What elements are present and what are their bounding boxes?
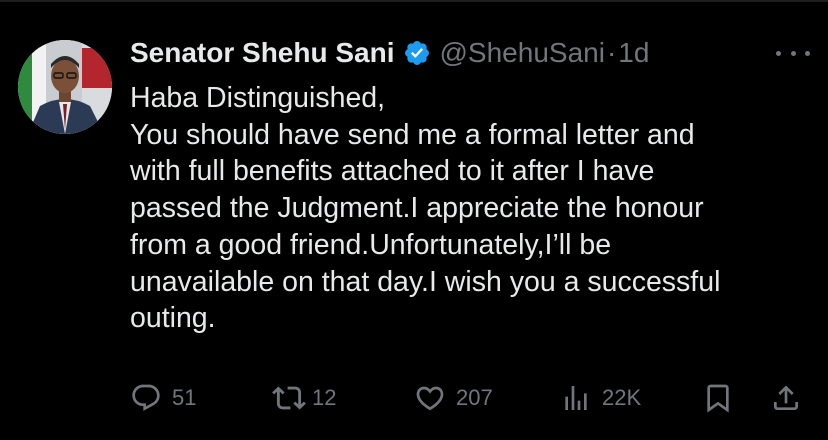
tweet-text-line: unavailable on that day.I wish you a suc… bbox=[130, 265, 721, 298]
tweet-text-line: outing. bbox=[130, 302, 216, 335]
author-display-name[interactable]: Senator Shehu Sani bbox=[130, 37, 395, 69]
reply-icon bbox=[130, 382, 162, 414]
tweet[interactable]: Senator Shehu Sani @ShehuSani · 1d Haba … bbox=[0, 0, 828, 440]
like-button[interactable]: 207 bbox=[414, 380, 493, 416]
reply-button[interactable]: 51 bbox=[130, 380, 196, 416]
verified-badge-icon[interactable] bbox=[403, 39, 431, 67]
share-button[interactable] bbox=[770, 380, 802, 416]
heart-icon bbox=[414, 382, 446, 414]
tweet-header: Senator Shehu Sani @ShehuSani · 1d bbox=[130, 33, 649, 73]
avatar-image bbox=[18, 40, 112, 134]
tweet-actions: 51 12 207 22K bbox=[128, 380, 818, 416]
post-time[interactable]: 1d bbox=[618, 37, 649, 69]
tweet-text-line: passed the Judgment.I appreciate the hon… bbox=[130, 192, 704, 225]
retweet-button[interactable]: 12 bbox=[272, 380, 336, 416]
bookmark-button[interactable] bbox=[702, 380, 734, 416]
tweet-text-line: You should have send me a formal letter … bbox=[130, 118, 695, 151]
views-icon bbox=[560, 382, 592, 414]
separator-dot: · bbox=[606, 37, 617, 68]
more-options-icon[interactable] bbox=[776, 46, 810, 60]
like-count: 207 bbox=[456, 385, 493, 410]
tweet-text-line: Haba Distinguished, bbox=[130, 82, 386, 114]
tweet-text-line: with full benefits attached to it after … bbox=[130, 155, 655, 188]
author-handle[interactable]: @ShehuSani bbox=[440, 37, 605, 69]
retweet-icon bbox=[272, 381, 306, 415]
views-count: 22K bbox=[602, 385, 642, 410]
reply-count: 51 bbox=[172, 385, 197, 410]
tweet-text: Haba Distinguished, You should have send… bbox=[130, 80, 820, 337]
share-icon bbox=[770, 382, 802, 414]
retweet-count: 12 bbox=[312, 385, 337, 410]
views-button[interactable]: 22K bbox=[560, 380, 641, 416]
tweet-text-line: from a good friend.Unfortunately,I’ll be bbox=[130, 228, 612, 261]
bookmark-icon bbox=[702, 382, 734, 414]
avatar[interactable] bbox=[18, 40, 112, 134]
